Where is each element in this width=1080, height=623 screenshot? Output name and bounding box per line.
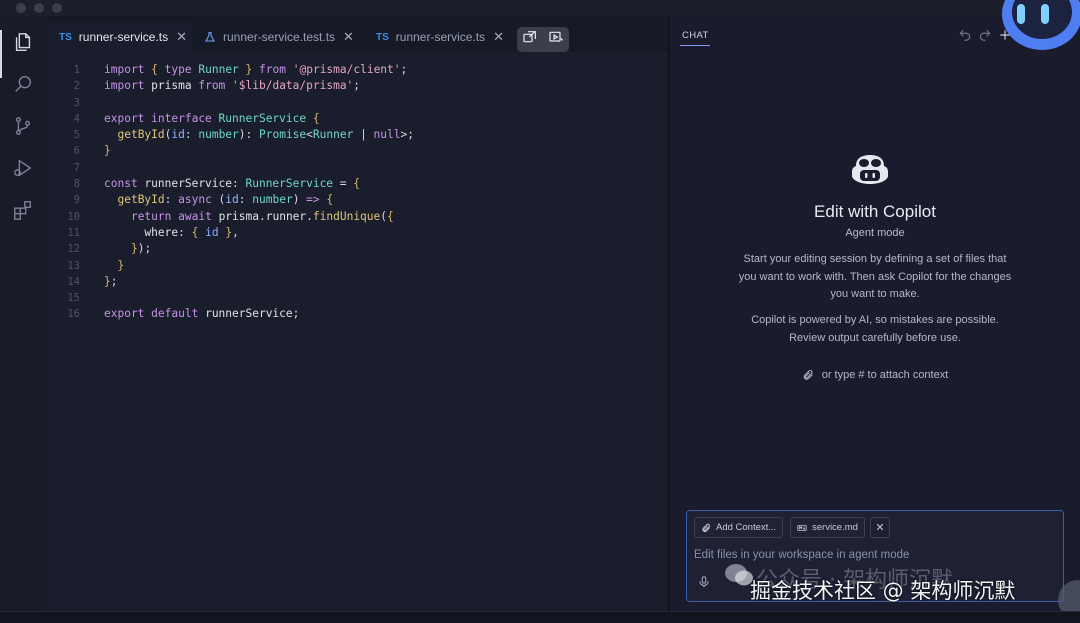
source-control-icon[interactable] [11,114,35,138]
code-line: 12 }); [67,242,152,256]
tab-bar: TS runner-service.ts ✕ runner-service.te… [46,16,668,52]
code-line: 3 [73,96,80,109]
editor-group: TS runner-service.ts ✕ runner-service.te… [46,16,668,611]
paperclip-icon [702,523,711,532]
code-line: 5 getById(id: number): Promise<Runner | … [73,128,414,142]
code-line: 8 const runnerService: RunnerService = { [73,177,361,191]
chat-intro: Start your editing session by defining a… [738,253,1012,300]
tab-runner-service-test[interactable]: runner-service.test.ts ✕ [204,22,364,52]
explorer-icon[interactable] [11,30,35,54]
tab-close-icon[interactable]: ✕ [493,29,504,45]
attach-hint: or type # to attach context [670,369,1080,381]
code-line: 14}; [67,274,118,288]
markdown-icon [797,524,807,531]
watermark-line-2: 掘金技术社区 @ 架构师沉默 [750,579,1016,603]
code-line: 1 import { type Runner } from '@prisma/cl… [73,63,408,76]
code-line: 6} [73,144,111,158]
status-bar [0,611,1080,623]
copilot-icon [852,155,888,184]
tab-close-icon[interactable]: ✕ [176,29,187,45]
chat-tab[interactable]: CHAT [682,30,709,41]
file-chip-service-md[interactable]: service.md [790,517,865,538]
code-line: 13 } [67,258,125,272]
code-line: 7 [73,161,80,174]
run-debug-icon[interactable] [11,156,35,180]
title-bar [0,0,1080,16]
file-chip-label: service.md [812,522,858,533]
code-line: 15 [67,292,80,305]
minimize-window-button[interactable] [34,3,44,13]
vscode-window: TS runner-service.ts ✕ runner-service.te… [0,0,1080,623]
chat-disclaimer: Copilot is powered by AI, so mistakes ar… [751,314,999,344]
add-context-button[interactable]: Add Context... [694,517,784,538]
paperclip-icon [803,370,813,380]
tab-label: runner-service.ts [78,30,169,44]
ts-badge-icon: TS [59,31,72,43]
screen-capture-icon[interactable] [522,29,538,50]
redo-icon[interactable] [978,28,992,42]
zoom-window-button[interactable] [52,3,62,13]
undo-icon[interactable] [958,28,972,42]
code-line: 4 export interface RunnerService { [73,111,320,125]
tab-label: runner-service.test.ts [223,30,336,44]
floating-toolbar [517,27,569,52]
code-line: 9 getById: async (id: number) => { [73,193,334,207]
extensions-icon[interactable] [11,198,35,222]
microphone-icon[interactable] [697,575,711,589]
mascot-sticker [1002,0,1080,50]
screen-record-icon[interactable] [548,29,564,50]
tab-runner-service[interactable]: TS runner-service.ts ✕ [46,22,192,52]
attach-hint-text: or type # to attach context [821,369,949,381]
flask-icon [204,31,216,43]
add-context-label: Add Context... [716,522,777,533]
close-window-button[interactable] [16,3,26,13]
code-editor[interactable]: 1 import { type Runner } from '@prisma/cl… [46,62,668,323]
code-line: 10 return await prisma.runner.findUnique… [67,209,394,223]
chat-title: Edit with Copilot [814,202,936,221]
remove-file-button[interactable]: ✕ [870,517,890,538]
chat-panel: CHAT Edit with Copilot Agent mode Start … [670,16,1080,611]
chat-input-placeholder[interactable]: Edit files in your workspace in agent mo… [694,549,909,561]
tab-runner-service-2[interactable]: TS runner-service.ts ✕ [376,22,506,52]
chat-tab-underline [680,45,710,46]
active-indicator [0,30,2,78]
tab-label: runner-service.ts [395,30,486,44]
chat-mode-label: Agent mode [845,227,905,239]
watermark: 公众号 · 架构师沉默 掘金技术社区 @ 架构师沉默 [722,562,1080,612]
tab-close-icon[interactable]: ✕ [343,29,354,45]
ts-badge-icon: TS [376,31,389,43]
code-line: 11 where: { id }, [67,225,239,239]
search-icon[interactable] [11,72,35,96]
code-line: 2 import prisma from '$lib/data/prisma'; [73,79,361,93]
activity-bar [0,16,47,611]
code-line: 16 export default runnerService; [67,307,300,321]
